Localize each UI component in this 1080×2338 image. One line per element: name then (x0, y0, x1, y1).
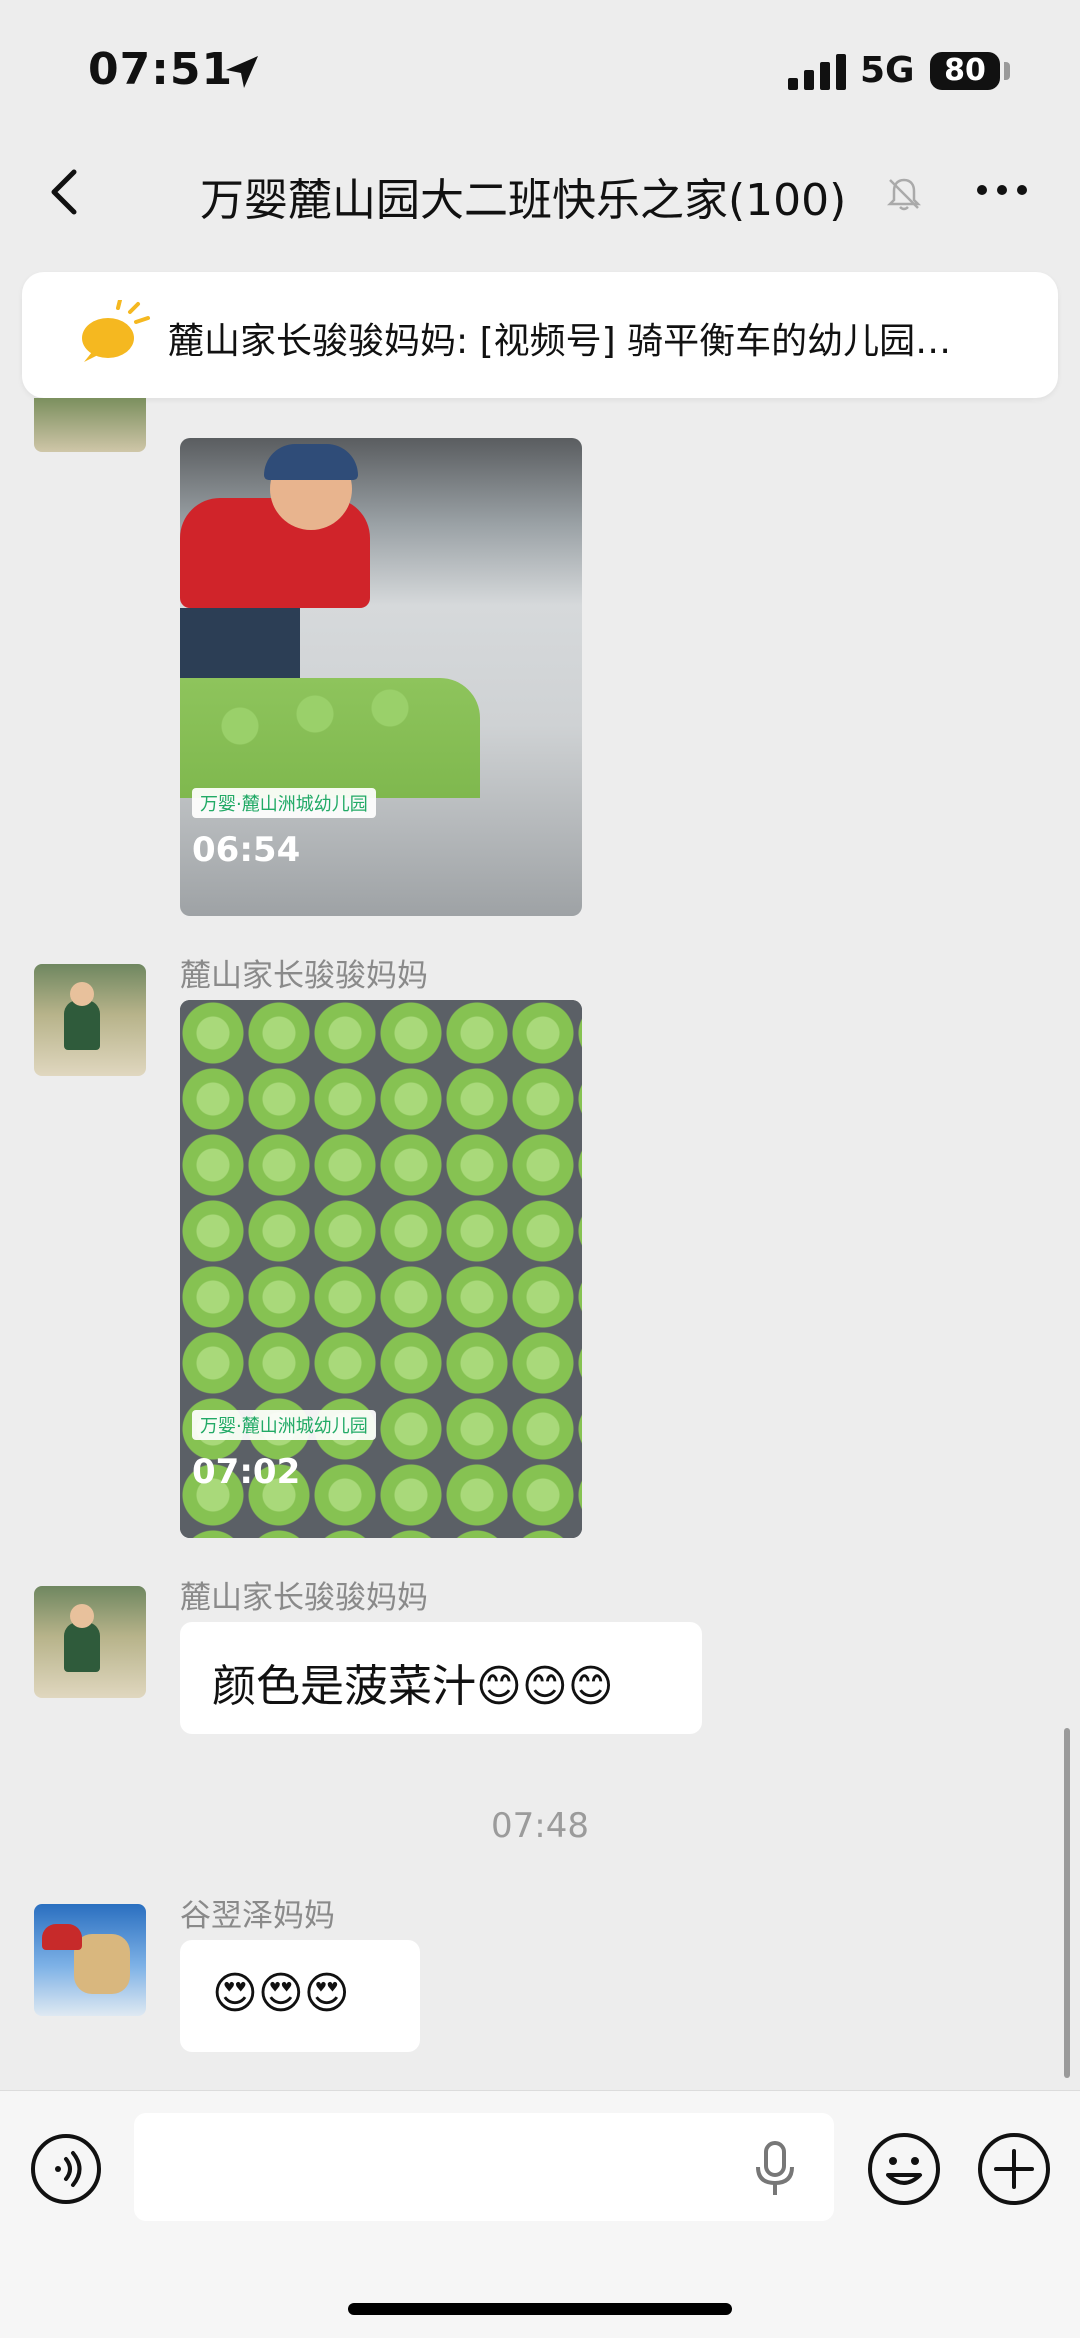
battery-tip (1004, 62, 1010, 80)
location-arrow-icon (226, 56, 258, 88)
avatar-child-figure (64, 1622, 100, 1672)
plus-icon[interactable] (976, 2131, 1052, 2207)
message-text: 😍😍😍 (212, 1968, 350, 2019)
sender-name: 麓山家长骏骏妈妈 (180, 958, 428, 994)
status-time: 07:51 (88, 44, 234, 95)
avatar-child-figure (64, 1000, 100, 1050)
microphone-icon[interactable] (752, 2141, 798, 2197)
message-text-input[interactable] (134, 2113, 834, 2221)
voice-input-icon[interactable] (30, 2133, 102, 2205)
message-text: 颜色是菠菜汁😊😊😊 (212, 1661, 614, 1712)
avatar[interactable] (34, 1904, 146, 2016)
emoji-icon[interactable] (866, 2131, 942, 2207)
network-type: 5G (860, 50, 915, 91)
home-indicator[interactable] (348, 2303, 732, 2315)
watermark-brand: 万婴·麓山洲城幼儿园 (192, 1410, 376, 1440)
battery-icon: 80 (930, 52, 1000, 90)
message-input-bar (0, 2090, 1080, 2338)
image-message[interactable]: 万婴·麓山洲城幼儿园 07:02 (180, 1000, 582, 1538)
cellular-signal-icon (788, 54, 846, 90)
photo-dough-rows (180, 678, 480, 798)
mute-bell-icon (886, 178, 922, 211)
image-message[interactable]: 万婴·麓山洲城幼儿园 06:54 (180, 438, 582, 916)
sender-name: 谷翌泽妈妈 (180, 1898, 335, 1934)
avatar[interactable] (34, 964, 146, 1076)
watermark-brand: 万婴·麓山洲城幼儿园 (192, 788, 376, 818)
status-bar: 07:51 5G 80 (0, 0, 1080, 140)
chat-scrollbar[interactable] (1064, 1728, 1070, 2078)
avatar-toy-figure (74, 1934, 130, 1994)
more-options-icon[interactable] (972, 170, 1032, 210)
sender-name: 麓山家长骏骏妈妈 (180, 1580, 428, 1616)
pinned-message-text: 麓山家长骏骏妈妈: [视频号] 骑平衡车的幼儿园… (168, 321, 952, 362)
chat-header: 万婴麓山园大二班快乐之家(100) (0, 140, 1080, 250)
avatar-child-head (70, 982, 94, 1006)
avatar[interactable] (34, 1586, 146, 1698)
watermark-time: 06:54 (192, 830, 301, 870)
text-message-bubble[interactable]: 😍😍😍 (180, 1940, 420, 2052)
photo-chef-cap (264, 444, 358, 480)
back-chevron-icon[interactable] (36, 162, 96, 222)
pinned-message-banner[interactable]: 麓山家长骏骏妈妈: [视频号] 骑平衡车的幼儿园… (22, 272, 1058, 398)
battery-level: 80 (944, 53, 986, 88)
watermark-time: 07:02 (192, 1452, 301, 1492)
sun-speech-icon (82, 300, 150, 362)
avatar-child-head (70, 1604, 94, 1628)
text-message-bubble[interactable]: 颜色是菠菜汁😊😊😊 (180, 1622, 702, 1734)
chat-title: 万婴麓山园大二班快乐之家(100) (200, 175, 847, 226)
avatar[interactable] (34, 398, 146, 452)
avatar-toy-hat (42, 1924, 82, 1950)
time-separator: 07:48 (491, 1806, 589, 1846)
